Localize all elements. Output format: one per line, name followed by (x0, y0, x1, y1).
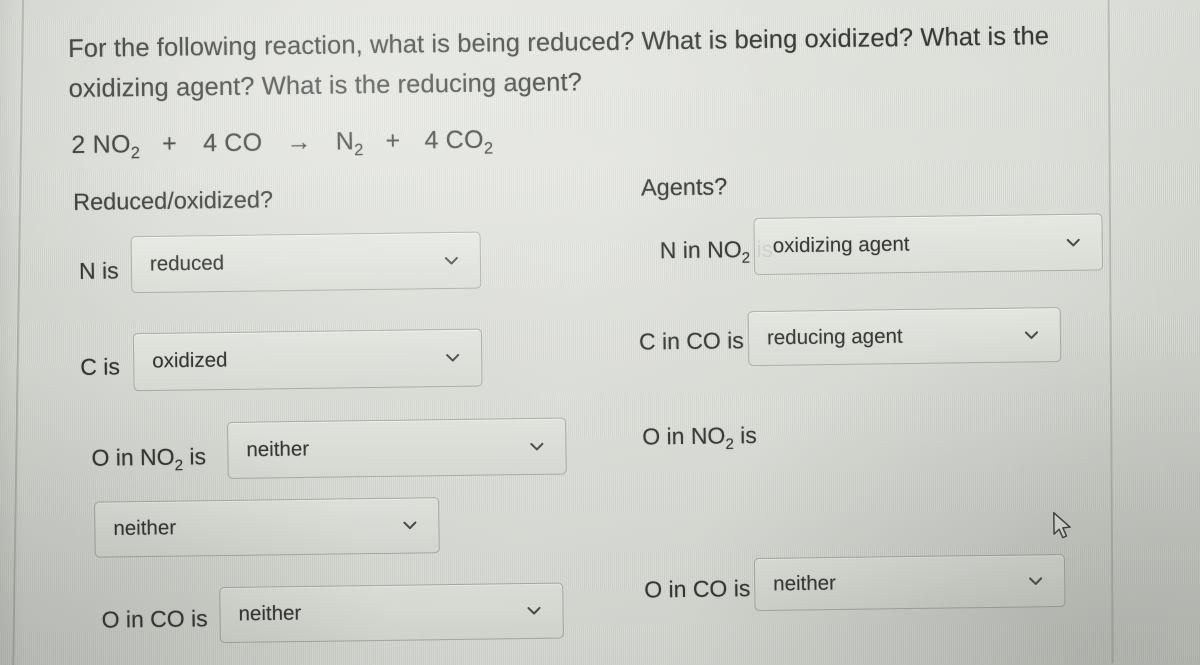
select-n-in-no2-value: oxidizing agent (772, 232, 910, 257)
chemical-equation: 2 NO2 +4 CO → N2 +4 CO2 (71, 125, 493, 164)
label-c-in-co-is: C in CO is (639, 327, 744, 355)
chevron-down-icon (1065, 234, 1082, 251)
equation-plus-2: + (385, 126, 401, 155)
label-c-is-text: C is (80, 353, 121, 380)
computer-screen-surface: For the following reaction, what is bein… (0, 0, 1200, 665)
equation-reactant2-coeff: 4 (202, 129, 218, 158)
select-o-in-no2-left-value: neither (246, 436, 310, 461)
label-c-is: C is (80, 353, 120, 381)
select-c-is-value: oxidized (152, 348, 228, 373)
left-column-heading: Reduced/oxidized? (72, 186, 274, 215)
select-c-in-co-value: reducing agent (766, 324, 903, 349)
label-n-in-no2-pre: N in NO (659, 236, 742, 264)
label-o-in-co-text-left: O in CO is (101, 605, 208, 633)
label-c-in-co-text: C in CO is (638, 327, 744, 355)
label-n-is: N is (79, 257, 119, 285)
label-o-in-co-is-left: O in CO is (101, 605, 207, 633)
label-o-in-no2-sub-left: 2 (174, 457, 184, 475)
label-o-in-co-is-right: O in CO is (644, 575, 750, 603)
select-unlabeled-neither-value: neither (113, 516, 177, 540)
chevron-down-icon (444, 349, 461, 366)
select-o-in-co-right-value: neither (773, 571, 837, 595)
label-o-in-no2-post-right: is (733, 422, 757, 449)
select-o-in-co-left[interactable]: neither (219, 582, 564, 644)
label-o-in-co-text-right: O in CO is (644, 575, 751, 603)
equation-product2-formula: CO (445, 125, 484, 155)
question-line-1: For the following reaction, what is bein… (67, 22, 1050, 64)
select-o-in-co-right[interactable]: neither (753, 553, 1066, 612)
right-column-heading: Agents? (640, 173, 728, 201)
chevron-down-icon (1027, 572, 1044, 589)
equation-arrow: → (286, 127, 312, 157)
chevron-down-icon (401, 517, 418, 534)
chevron-down-icon (1023, 326, 1040, 343)
select-c-is[interactable]: oxidized (132, 328, 483, 392)
equation-reactant1-subscript: 2 (130, 144, 141, 163)
chevron-down-icon (525, 602, 542, 619)
equation-product1-subscript: 2 (354, 141, 364, 160)
label-o-in-no2-post-left: is (182, 443, 207, 470)
equation-product1-formula: N (335, 127, 355, 156)
equation-plus-1: + (162, 129, 178, 158)
select-unlabeled-neither[interactable]: neither (94, 497, 440, 558)
label-o-in-no2-sub-right: 2 (725, 435, 735, 454)
select-o-in-co-left-value: neither (238, 601, 302, 626)
label-o-in-no2-is-right: O in NO2 is (642, 422, 757, 454)
equation-reactant1-coeff: 2 (71, 130, 86, 159)
equation-reactant1-formula: NO (92, 130, 131, 159)
chevron-down-icon (443, 252, 460, 269)
question-line-2: oxidizing agent? What is the reducing ag… (68, 68, 583, 103)
quiz-content: For the following reaction, what is bein… (0, 0, 1200, 665)
label-o-in-no2-pre-left: O in NO (91, 443, 175, 471)
equation-product2-coeff: 4 (424, 126, 439, 155)
equation-product2-subscript: 2 (483, 139, 494, 158)
select-n-is[interactable]: reduced (130, 231, 482, 294)
select-n-is-value: reduced (149, 251, 225, 275)
label-n-is-text: N is (78, 257, 119, 284)
label-o-in-no2-is-left: O in NO2 is (91, 443, 206, 475)
screenshot-photo: For the following reaction, what is bein… (0, 0, 1200, 665)
select-c-in-co[interactable]: reducing agent (747, 307, 1062, 367)
label-o-in-no2-pre-right: O in NO (642, 422, 726, 450)
select-n-in-no2[interactable]: oxidizing agent (753, 213, 1104, 276)
chevron-down-icon (528, 438, 545, 455)
mouse-pointer-icon (1051, 511, 1073, 541)
equation-reactant2-formula: CO (224, 128, 263, 157)
select-o-in-no2-left[interactable]: neither (227, 417, 567, 479)
